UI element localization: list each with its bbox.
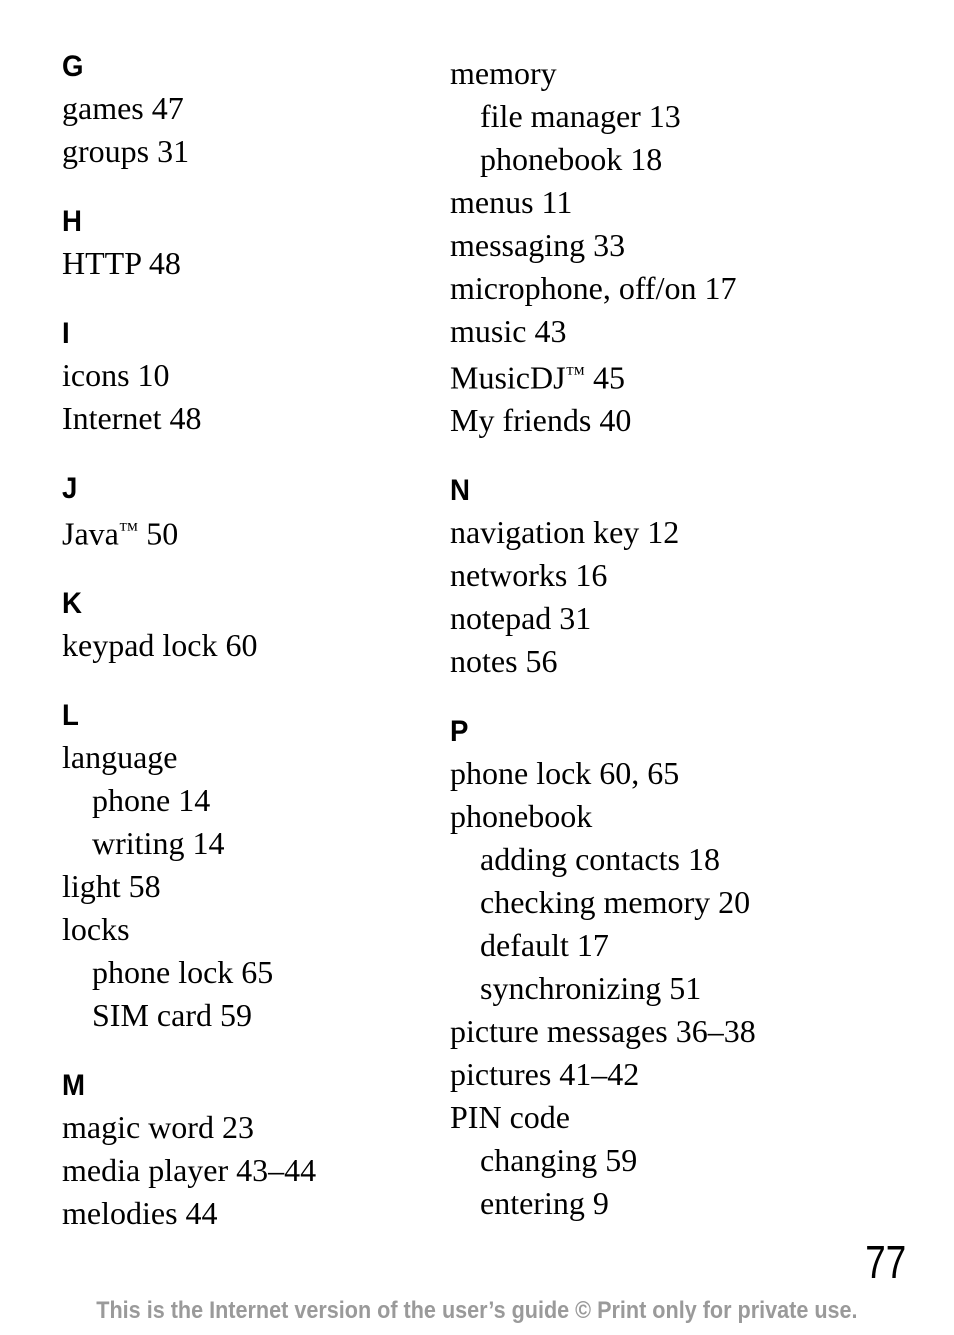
letter-heading-k: K	[62, 587, 82, 621]
trademark-icon: ™	[565, 363, 585, 385]
index-entry: notes 56	[450, 643, 558, 680]
entry-base: MusicDJ	[450, 359, 566, 396]
index-entry: Internet 48	[62, 400, 202, 436]
index-page: Ggames 47 groups 31 H HTTP 48 Iicons 10 Inter…	[0, 0, 954, 1335]
index-entry: messaging 33	[450, 227, 626, 263]
page-footer: This is the Internet version of the user…	[0, 1297, 954, 1325]
index-entry: media player 43–44	[62, 1152, 317, 1189]
index-subentry: entering 9	[480, 1185, 609, 1222]
index-entry: phone lock 60, 65	[450, 755, 680, 792]
index-entry: microphone, off/on 17	[450, 270, 737, 306]
index-entry: My friends 40	[450, 402, 632, 439]
letter-heading-p: P	[450, 715, 468, 749]
index-entry: magic word 23	[62, 1109, 254, 1146]
index-entry: locks	[62, 911, 130, 948]
index-entry: pictures 41–42	[450, 1056, 640, 1093]
index-subentry: changing 59	[480, 1142, 638, 1179]
index-column-right: memory file manager 13 phonebook 18 menus 1…	[425, 52, 892, 1225]
index-entry: music 43	[450, 313, 567, 349]
letter-heading-n: N	[450, 474, 470, 508]
index-entry: picture messages 36–38	[450, 1013, 756, 1050]
index-entry: menus 11	[450, 184, 573, 220]
letter-heading-m: M	[62, 1069, 85, 1103]
index-entry: groups 31	[62, 133, 190, 169]
index-subentry: writing 14	[92, 825, 225, 862]
index-columns: Ggames 47 groups 31 H HTTP 48 Iicons 10 Inter…	[0, 52, 954, 1235]
index-subentry: SIM card 59	[92, 997, 252, 1034]
index-entry: PIN code	[450, 1099, 570, 1136]
footer-notice: This is the Internet version of the user…	[96, 1297, 858, 1324]
letter-heading-g: G	[62, 50, 84, 83]
index-subentry: phone lock 65	[92, 954, 274, 991]
letter-heading-l: L	[62, 699, 79, 733]
index-entry: memory	[450, 55, 557, 91]
index-entry: phonebook	[450, 798, 593, 835]
entry-pages: 50	[138, 515, 179, 552]
index-subentry: synchronizing 51	[480, 970, 702, 1007]
trademark-icon: ™	[118, 519, 139, 541]
index-subentry: file manager 13	[480, 98, 681, 134]
index-entry: light 58	[62, 868, 161, 905]
index-subentry: phone 14	[92, 782, 211, 819]
index-entry: icons 10	[62, 357, 170, 393]
index-entry: language	[62, 739, 178, 776]
index-entry: navigation key 12	[450, 514, 680, 551]
index-column-left: Ggames 47 groups 31 H HTTP 48 Iicons 10 Inter…	[0, 52, 425, 1235]
index-entry: melodies 44	[62, 1195, 218, 1232]
index-subentry: default 17	[480, 927, 609, 964]
index-entry: HTTP 48	[62, 245, 181, 281]
index-subentry: phonebook 18	[480, 141, 663, 177]
index-entry: Java™ 50	[62, 509, 425, 555]
entry-pages: 45	[585, 359, 625, 396]
entry-base: Java	[62, 515, 119, 552]
letter-heading-h: H	[62, 205, 82, 238]
letter-heading-i: I	[62, 317, 70, 350]
index-entry: networks 16	[450, 557, 608, 594]
page-number: 77	[865, 1236, 906, 1288]
index-subentry: adding contacts 18	[480, 841, 720, 878]
index-entry: keypad lock 60	[62, 627, 258, 664]
letter-heading-j: J	[62, 472, 77, 505]
index-entry: notepad 31	[450, 600, 592, 637]
index-entry: games 47	[62, 90, 184, 126]
index-entry: MusicDJ™ 45	[450, 353, 892, 399]
index-subentry: checking memory 20	[480, 884, 751, 921]
